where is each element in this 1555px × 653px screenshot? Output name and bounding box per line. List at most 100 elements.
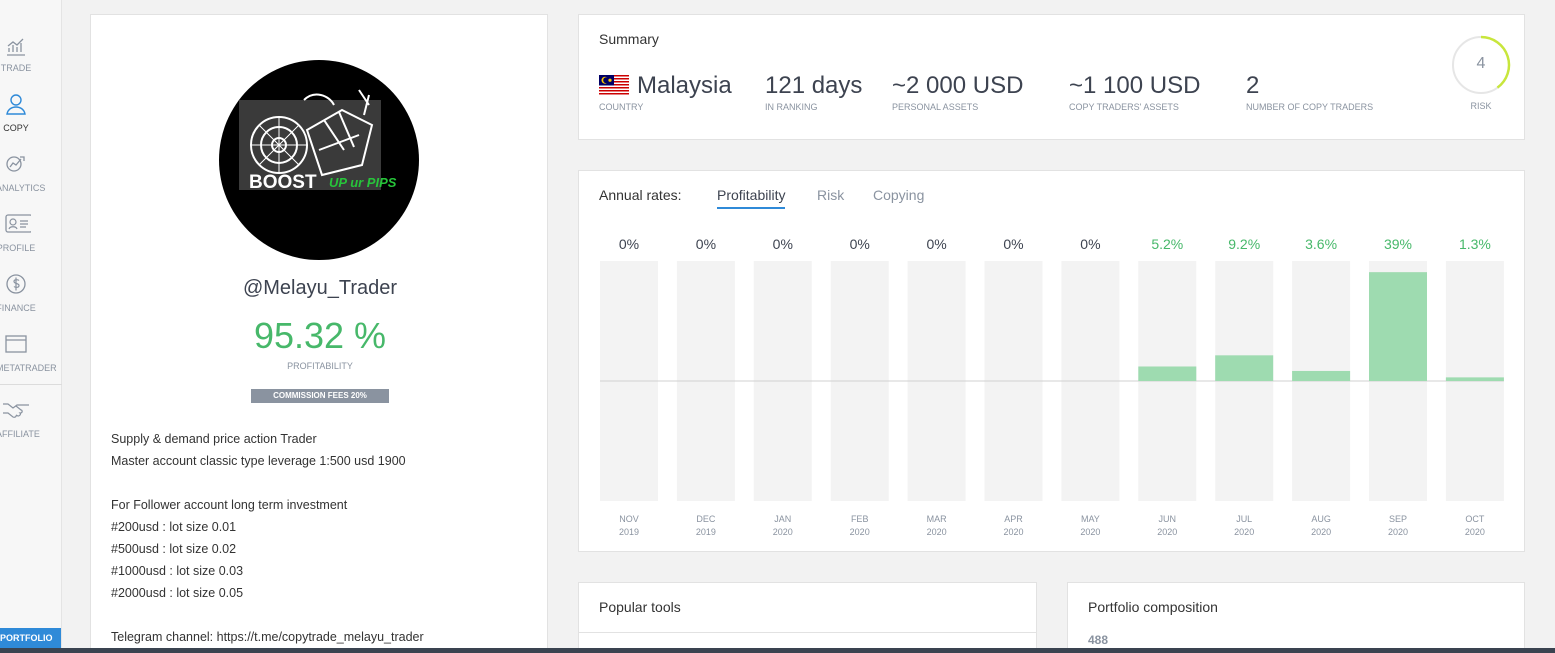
- data-label: 39%: [1384, 236, 1412, 252]
- commission-badge: COMMISSION FEES 20%: [251, 389, 389, 403]
- data-label: 0%: [1080, 236, 1100, 252]
- sidebar-item-trade[interactable]: TRADE: [0, 32, 62, 92]
- sidebar-item-copy[interactable]: COPY: [0, 92, 62, 152]
- sidebar-item-profile[interactable]: PROFILE: [0, 212, 62, 272]
- bar: [1445, 377, 1504, 381]
- trader-description: Supply & demand price action Trader Mast…: [111, 428, 424, 648]
- popular-tools-card: Popular tools: [578, 582, 1037, 653]
- data-label: 1.3%: [1459, 236, 1491, 252]
- tick-label-year: 2020: [1311, 527, 1331, 537]
- sidebar-item-metatrader[interactable]: METATRADER: [0, 332, 62, 392]
- profitability-label: PROFITABILITY: [287, 361, 353, 371]
- tick-label-year: 2020: [1388, 527, 1408, 537]
- description-line: For Follower account long term investmen…: [111, 498, 348, 512]
- data-label: 9.2%: [1228, 236, 1260, 252]
- tick-label-year: 2020: [1234, 527, 1254, 537]
- tick-label-month: MAR: [927, 514, 948, 524]
- profitability-bar-chart: 0% NOV 2019 0% DEC 2019 0% JAN 2020 0% FEB 2020 0% MA…: [600, 236, 1504, 537]
- copy-assets-stat: ~1 100 USD COPY TRADERS' ASSETS: [1069, 72, 1200, 112]
- description-line: Master account classic type leverage 1:5…: [111, 454, 406, 468]
- description-line: #2000usd : lot size 0.05: [111, 586, 244, 600]
- copy-traders-label: NUMBER OF COPY TRADERS: [1246, 102, 1374, 112]
- portfolio-composition-title: Portfolio composition: [1088, 599, 1218, 615]
- bar: [1215, 355, 1274, 381]
- tick-label-month: MAY: [1081, 514, 1100, 524]
- tick-label-month: JUN: [1159, 514, 1177, 524]
- bottom-bar: [0, 648, 1555, 653]
- sidebar-item-label: FINANCE: [0, 303, 36, 313]
- username: @Melayu_Trader: [242, 277, 398, 299]
- tick-label-year: 2020: [773, 527, 793, 537]
- tick-label-month: JAN: [774, 514, 791, 524]
- tick-label-year: 2020: [850, 527, 870, 537]
- tick-label-month: JUL: [1236, 514, 1252, 524]
- tick-label-year: 2020: [927, 527, 947, 537]
- tick-label-month: DEC: [696, 514, 716, 524]
- profitability-value: 95.32 %: [253, 315, 387, 356]
- portfolio-tab[interactable]: PORTFOLIO: [0, 628, 61, 648]
- bar: [1369, 272, 1427, 381]
- tick-label-year: 2020: [1003, 527, 1023, 537]
- copy-assets-value: ~1 100 USD: [1069, 72, 1201, 99]
- country-label: COUNTRY: [599, 102, 644, 112]
- avatar: BOOST UP ur PIPS: [219, 60, 419, 260]
- description-line: [111, 472, 424, 494]
- sidebar-item-analytics[interactable]: ANALYTICS: [0, 152, 62, 212]
- annual-rates-card: Annual rates: Profitability Risk Copying…: [578, 170, 1525, 552]
- sidebar-item-label: METATRADER: [0, 363, 57, 373]
- copy-assets-label: COPY TRADERS' ASSETS: [1069, 102, 1179, 112]
- data-label: 5.2%: [1151, 236, 1183, 252]
- tick-label-month: NOV: [619, 514, 639, 524]
- chart-icon: [7, 38, 25, 56]
- trader-profile-card: BOOST UP ur PIPS @Melayu_Trader 95.32 % …: [90, 14, 548, 653]
- country-stat: Malaysia COUNTRY: [599, 72, 732, 112]
- tick-label-year: 2020: [1080, 527, 1100, 537]
- data-label: 0%: [696, 236, 716, 252]
- description-line: Telegram channel: https://t.me/copytrade…: [111, 630, 424, 644]
- sidebar-item-label: ANALYTICS: [0, 183, 46, 193]
- tick-label-month: AUG: [1311, 514, 1331, 524]
- sidebar-item-label: PROFILE: [0, 243, 36, 253]
- data-label: 0%: [773, 236, 793, 252]
- personal-assets-label: PERSONAL ASSETS: [892, 102, 979, 112]
- description-line: #1000usd : lot size 0.03: [111, 564, 244, 578]
- copy-user-icon: [6, 94, 26, 115]
- sidebar-item-finance[interactable]: FINANCE: [0, 272, 62, 332]
- ranking-value: 121 days: [765, 72, 863, 99]
- tick-label-year: 2020: [1465, 527, 1485, 537]
- summary-title: Summary: [599, 31, 659, 47]
- ranking-stat: 121 days IN RANKING: [765, 72, 862, 112]
- risk-label: RISK: [1470, 101, 1492, 111]
- portfolio-composition-card: Portfolio composition 488: [1067, 582, 1525, 653]
- risk-indicator: 4 RISK: [1451, 35, 1511, 111]
- sidebar-item-label: AFFILIATE: [0, 429, 40, 439]
- summary-card: Summary Malaysia COUNTRY 121 days IN RAN…: [578, 14, 1525, 140]
- copy-traders-value: 2: [1246, 72, 1260, 99]
- description-line: [111, 604, 424, 626]
- sidebar-item-affiliate[interactable]: AFFILIATE: [0, 398, 62, 458]
- handshake-icon: [3, 403, 29, 418]
- sidebar-item-label: TRADE: [0, 63, 32, 73]
- tick-label-year: 2019: [696, 527, 716, 537]
- sidebar-item-label: COPY: [3, 123, 29, 133]
- sidebar: TRADE COPY ANALYTICS PROFILE FINANCE MET…: [0, 0, 62, 653]
- svg-text:UP ur PIPS: UP ur PIPS: [329, 175, 397, 190]
- data-label: 0%: [926, 236, 946, 252]
- description-line: #200usd : lot size 0.01: [111, 520, 237, 534]
- analytics-icon: [6, 156, 25, 172]
- country-value: Malaysia: [637, 72, 732, 99]
- malaysia-flag-icon: [599, 75, 629, 95]
- risk-value: 4: [1476, 55, 1486, 72]
- ranking-label: IN RANKING: [765, 102, 818, 112]
- bar: [1138, 366, 1197, 381]
- tick-label-year: 2020: [1157, 527, 1177, 537]
- popular-tools-divider: [579, 632, 1036, 633]
- dollar-icon: [6, 274, 26, 294]
- personal-assets-value: ~2 000 USD: [892, 72, 1024, 99]
- profile-card-icon: [5, 214, 31, 233]
- description-line: #500usd : lot size 0.02: [111, 542, 237, 556]
- tick-label-month: OCT: [1465, 514, 1485, 524]
- tick-label-month: SEP: [1389, 514, 1407, 524]
- bar: [1292, 370, 1351, 381]
- boost-logo-icon: BOOST UP ur PIPS: [239, 89, 397, 193]
